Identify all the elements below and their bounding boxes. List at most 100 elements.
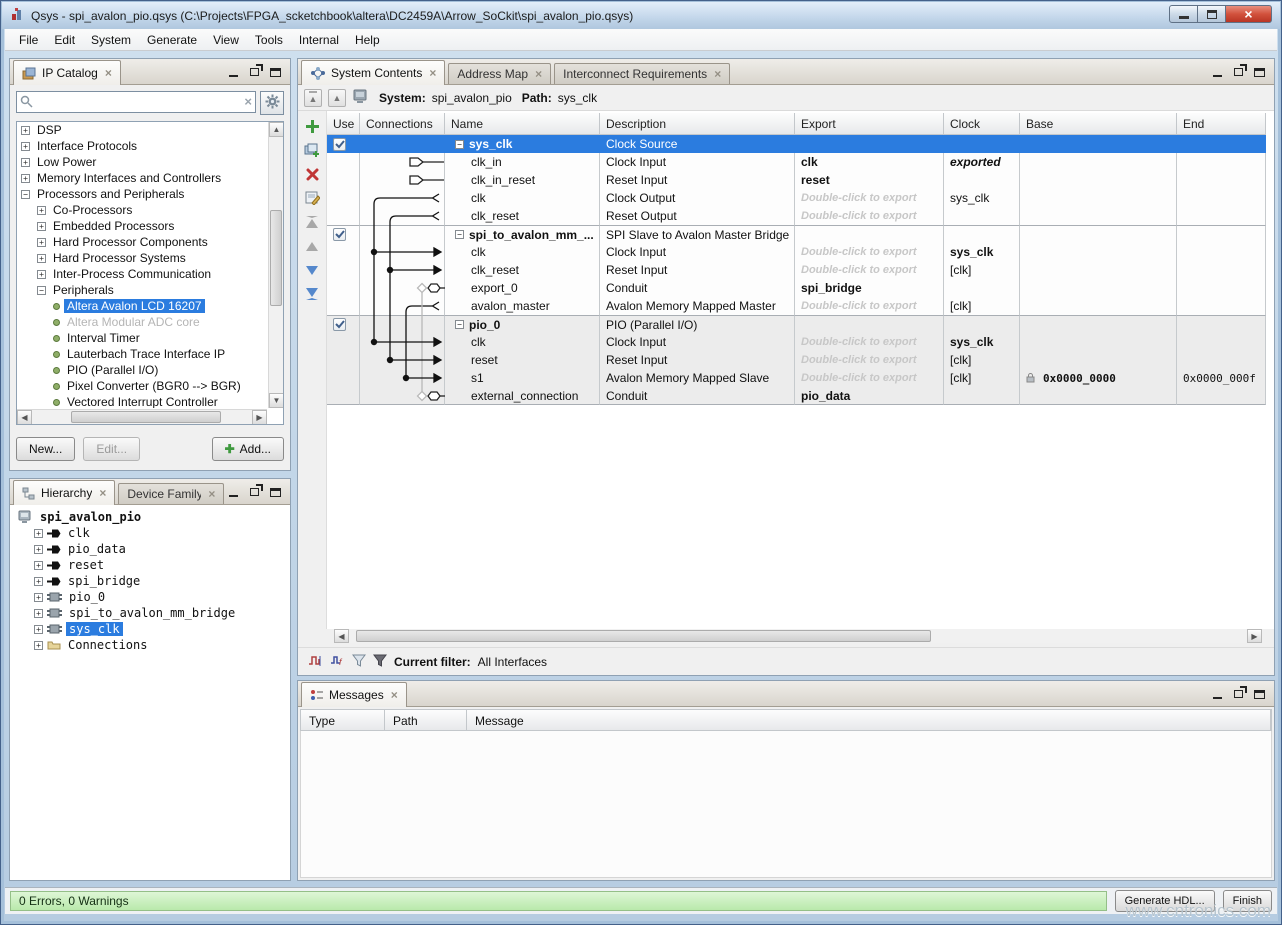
cell[interactable] bbox=[1177, 333, 1266, 351]
tree-item-interface-protocols[interactable]: +Interface Protocols bbox=[17, 138, 267, 154]
cell[interactable] bbox=[327, 243, 360, 261]
cell[interactable] bbox=[327, 189, 360, 207]
cell[interactable] bbox=[795, 225, 944, 243]
cell[interactable]: clk_reset bbox=[445, 261, 600, 279]
cell[interactable] bbox=[1020, 315, 1177, 333]
close-button[interactable]: × bbox=[1226, 5, 1272, 23]
export-value[interactable]: spi_bridge bbox=[801, 281, 862, 295]
cell[interactable] bbox=[327, 171, 360, 189]
maximize-button[interactable] bbox=[1198, 5, 1226, 23]
interface-row[interactable]: avalon_masterAvalon Memory Mapped Master… bbox=[327, 297, 1266, 315]
cell[interactable] bbox=[360, 369, 445, 387]
cell[interactable]: −pio_0 bbox=[445, 315, 600, 333]
cell[interactable] bbox=[1177, 189, 1266, 207]
finish-button[interactable]: Finish bbox=[1223, 890, 1272, 912]
cell[interactable]: clk bbox=[445, 243, 600, 261]
tab-close-icon[interactable]: × bbox=[535, 67, 542, 81]
column-header-name[interactable]: Name bbox=[445, 113, 600, 134]
panel-minimize-button[interactable] bbox=[1211, 66, 1224, 78]
menu-item-system[interactable]: System bbox=[83, 30, 139, 50]
panel-maximize-button[interactable] bbox=[269, 66, 282, 78]
expand-icon[interactable]: + bbox=[37, 254, 46, 263]
cell[interactable] bbox=[327, 333, 360, 351]
export-value[interactable]: Double-click to export bbox=[801, 246, 917, 258]
expand-icon[interactable]: + bbox=[21, 126, 30, 135]
expand-icon[interactable]: + bbox=[34, 593, 43, 602]
tree-item-dsp[interactable]: +DSP bbox=[17, 122, 267, 138]
cell[interactable] bbox=[1177, 243, 1266, 261]
use-checkbox[interactable] bbox=[333, 318, 346, 331]
new-button[interactable]: New... bbox=[16, 437, 75, 461]
export-value[interactable]: clk bbox=[801, 155, 818, 169]
cell[interactable]: Clock Source bbox=[600, 135, 795, 153]
interface-row[interactable]: s1Avalon Memory Mapped SlaveDouble-click… bbox=[327, 369, 1266, 387]
cell[interactable] bbox=[360, 243, 445, 261]
expand-icon[interactable]: + bbox=[37, 238, 46, 247]
tree-item-co-processors[interactable]: +Co-Processors bbox=[17, 202, 267, 218]
cell[interactable] bbox=[944, 135, 1020, 153]
ip-tree-vertical-scrollbar[interactable]: ▲ ▼ bbox=[268, 122, 283, 408]
cell[interactable] bbox=[360, 135, 445, 153]
edit-button[interactable] bbox=[303, 189, 322, 207]
menu-item-file[interactable]: File bbox=[11, 30, 46, 50]
expand-icon[interactable]: + bbox=[21, 174, 30, 183]
cell[interactable] bbox=[360, 225, 445, 243]
tab-close-icon[interactable]: × bbox=[105, 66, 112, 80]
tree-item-spi-avalon-pio[interactable]: spi_avalon_pio bbox=[14, 509, 290, 525]
messages-column-message[interactable]: Message bbox=[467, 710, 1271, 730]
export-value[interactable]: Double-click to export bbox=[801, 264, 917, 276]
tab-messages[interactable]: Messages× bbox=[301, 682, 407, 707]
cell[interactable] bbox=[1020, 387, 1177, 405]
cell[interactable]: Avalon Memory Mapped Slave bbox=[600, 369, 795, 387]
duplicate-button[interactable] bbox=[303, 141, 322, 159]
cell[interactable] bbox=[327, 135, 360, 153]
scroll-right-icon[interactable]: ▶ bbox=[1247, 629, 1262, 643]
cell[interactable]: Double-click to export bbox=[795, 333, 944, 351]
cell[interactable]: 0x0000_0000 bbox=[1020, 369, 1177, 387]
filter-funnel-button[interactable] bbox=[352, 654, 366, 670]
cell[interactable]: Clock Input bbox=[600, 153, 795, 171]
cell[interactable] bbox=[327, 387, 360, 405]
tree-item-peripherals[interactable]: −Peripherals bbox=[17, 282, 267, 298]
cell[interactable] bbox=[1020, 135, 1177, 153]
cell[interactable]: sys_clk bbox=[944, 333, 1020, 351]
expand-icon[interactable]: + bbox=[34, 577, 43, 586]
base-address[interactable]: 0x0000_0000 bbox=[1043, 372, 1116, 385]
cell[interactable]: export_0 bbox=[445, 279, 600, 297]
menu-item-generate[interactable]: Generate bbox=[139, 30, 205, 50]
tree-item-altera-avalon-lcd-16207[interactable]: Altera Avalon LCD 16207 bbox=[17, 298, 267, 314]
cell[interactable] bbox=[327, 153, 360, 171]
interface-row[interactable]: clk_in_resetReset Inputreset bbox=[327, 171, 1266, 189]
cell[interactable] bbox=[327, 279, 360, 297]
tab-hierarchy[interactable]: Hierarchy× bbox=[13, 480, 115, 505]
tree-item-reset[interactable]: +reset bbox=[14, 557, 290, 573]
frequency-signal-button[interactable]: f bbox=[330, 654, 345, 670]
cell[interactable] bbox=[327, 207, 360, 225]
cell[interactable] bbox=[360, 153, 445, 171]
cell[interactable]: Double-click to export bbox=[795, 243, 944, 261]
interface-row[interactable]: clk_inClock Inputclkexported bbox=[327, 153, 1266, 171]
cell[interactable]: Clock Input bbox=[600, 243, 795, 261]
expand-icon[interactable]: + bbox=[37, 222, 46, 231]
cell[interactable]: [clk] bbox=[944, 297, 1020, 315]
menu-item-view[interactable]: View bbox=[205, 30, 247, 50]
cell[interactable]: Double-click to export bbox=[795, 189, 944, 207]
collapse-icon[interactable]: − bbox=[37, 286, 46, 295]
cell[interactable] bbox=[360, 387, 445, 405]
interface-row[interactable]: clk_resetReset OutputDouble-click to exp… bbox=[327, 207, 1266, 225]
clock-value[interactable]: sys_clk bbox=[950, 245, 993, 259]
cell[interactable] bbox=[327, 351, 360, 369]
module-row[interactable]: −spi_to_avalon_mm_...SPI Slave to Avalon… bbox=[327, 225, 1266, 243]
cell[interactable] bbox=[360, 171, 445, 189]
cell[interactable] bbox=[1177, 171, 1266, 189]
interface-row[interactable]: clkClock Input Double-click to export sys_… bbox=[327, 243, 1266, 261]
collapse-icon[interactable]: − bbox=[21, 190, 30, 199]
cell[interactable]: SPI Slave to Avalon Master Bridge bbox=[600, 225, 795, 243]
remove-button[interactable] bbox=[303, 165, 322, 183]
clock-value[interactable]: [clk] bbox=[950, 299, 971, 313]
cell[interactable] bbox=[327, 297, 360, 315]
cell[interactable] bbox=[1177, 135, 1266, 153]
cell[interactable]: Double-click to export bbox=[795, 351, 944, 369]
expand-icon[interactable]: + bbox=[34, 529, 43, 538]
export-value[interactable]: Double-click to export bbox=[801, 372, 917, 384]
